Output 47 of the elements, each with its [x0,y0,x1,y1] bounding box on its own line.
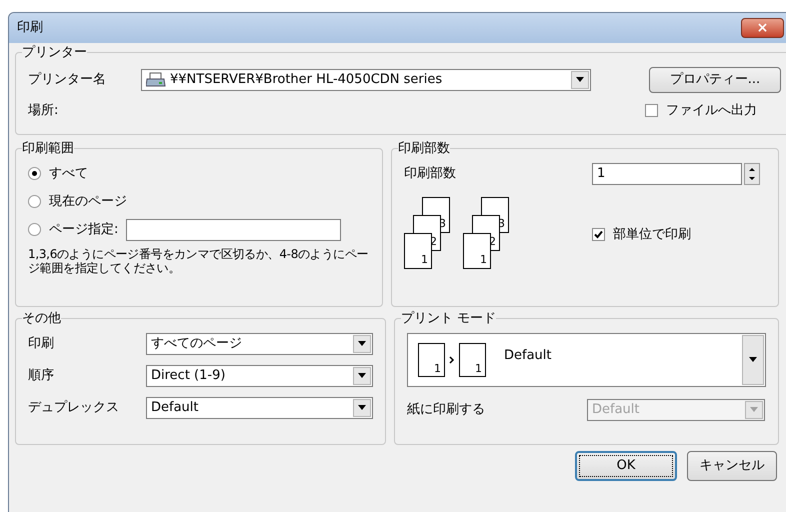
page-icon: 1 [404,232,432,268]
dropdown[interactable]: Direct (1-9) [146,364,373,386]
range-hint: 1,3,6のようにページ番号をカンマで区切るか、4-8のようにページ範囲を指定してください。 [28,246,370,274]
page-icon: 1 [463,232,491,268]
dialog-button[interactable]: キャンセル [687,451,777,481]
group-title: プリンター [22,44,87,62]
chevron-icon [449,356,455,364]
group-title: 印刷部数 [398,140,450,158]
checkbox[interactable] [592,228,605,241]
dialog-button[interactable]: OK [575,451,677,481]
dropdown[interactable]: ¥¥NTSERVER¥Brother HL-4050CDN series [141,68,591,90]
dropdown[interactable]: Default [146,396,373,418]
spin-arrows-icon[interactable] [744,162,760,184]
radio-label: 現在のページ [49,192,127,211]
dropdown-caret-icon [750,407,758,412]
field-label: デュプレックス [28,398,120,417]
page-range-field[interactable] [126,218,342,240]
dropdown-caret-icon [749,357,757,362]
field-label: プリンター名 [28,70,107,89]
page-icon: 1 [459,342,486,376]
dropdown-caret-icon [358,341,366,346]
field-label: 場所: [28,102,60,120]
checkbox-label: 部単位で印刷 [613,226,691,244]
field-label: 順序 [28,366,55,385]
print-mode-dropdown[interactable]: 1 1 Default [407,332,766,386]
radio-label: すべて [49,164,88,183]
group-title: その他 [22,310,61,328]
field-label: 印刷部数 [404,164,457,183]
properties-button[interactable]: プロパティー... [649,66,781,92]
checkbox-label: ファイルへ出力 [666,102,757,120]
radio-button[interactable] [28,195,41,208]
dropdown[interactable]: すべてのページ [146,332,373,354]
copies-spinner[interactable]: 1 [592,162,742,184]
printer-icon [146,72,166,88]
dropdown-caret-icon [576,77,584,82]
checkbox[interactable] [645,104,658,117]
dropdown-caret-icon [358,373,366,378]
radio-button[interactable] [28,167,41,180]
window-title: 印刷 [17,19,44,38]
group-title: 印刷範囲 [22,140,74,158]
group-title: プリント モード [401,310,496,328]
radio-label: ページ指定: [49,220,118,239]
field-label: 印刷 [28,334,55,353]
page-icon: 1 [418,342,445,376]
dropdown-caret-icon [358,405,366,410]
radio-button[interactable] [28,223,41,236]
field-label: 紙に印刷する [407,400,486,419]
